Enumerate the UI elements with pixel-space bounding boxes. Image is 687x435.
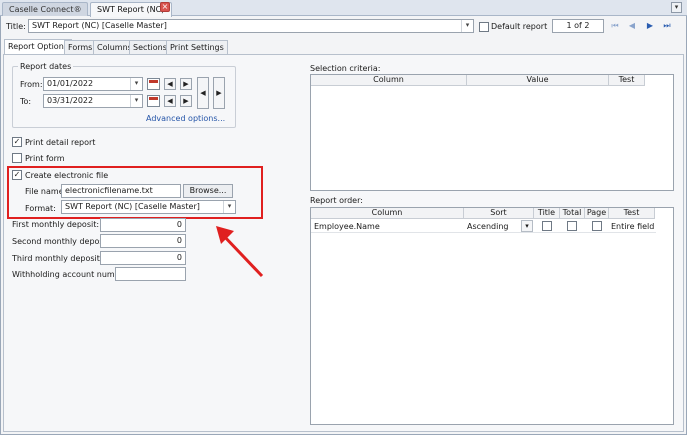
chevron-down-icon: ▾ [461,20,473,32]
chevron-down-icon[interactable]: ▾ [671,2,682,13]
chevron-down-icon: ▾ [130,78,142,90]
table-row[interactable]: Employee.Name Ascending ▾ Entire field [311,219,656,233]
browse-label: Browse... [189,186,227,195]
close-tab-icon[interactable]: × [160,2,170,12]
annotation-arrow [216,226,264,278]
tab-label: Sections [133,43,167,52]
row-sort-value[interactable]: Ascending [467,222,508,231]
tab-report-options[interactable]: Report Options [4,39,72,55]
from-date-field[interactable]: 01/01/2022 ▾ [43,77,143,91]
last-page-icon[interactable]: ⏭ [662,21,672,31]
print-detail-label: Print detail report [25,138,96,147]
first-monthly-deposit-input[interactable]: 0 [100,218,186,232]
tab-label: Print Settings [170,43,224,52]
row-test-value: Entire field [611,222,655,231]
browse-button[interactable]: Browse... [183,184,233,198]
calendar-icon[interactable] [147,95,160,107]
total-header[interactable]: Total [560,208,585,219]
third-monthly-deposit-label: Third monthly deposit: [12,254,103,263]
tab-sections[interactable]: Sections [129,40,171,54]
tab-caselle-connect[interactable]: Caselle Connect® [2,2,88,16]
second-monthly-deposit-input[interactable]: 0 [100,234,186,248]
create-electronic-file-checkbox[interactable]: ✓ [12,170,22,180]
previous-date-button[interactable]: ◀ [164,78,176,90]
print-form-label: Print form [25,154,65,163]
second-monthly-deposit-value: 0 [176,236,182,245]
previous-date-button[interactable]: ◀ [164,95,176,107]
test-header[interactable]: Test [609,208,655,219]
next-period-button[interactable]: ▶ [213,77,225,109]
tab-print-settings[interactable]: Print Settings [166,40,228,54]
total-checkbox[interactable] [567,221,577,231]
tab-label: Columns [97,43,132,52]
from-date-value: 01/01/2022 [47,79,94,88]
format-value: SWT Report (NC) [Caselle Master] [65,202,200,211]
to-label: To: [20,97,32,106]
second-monthly-deposit-label: Second monthly deposit: [12,237,112,246]
title-header[interactable]: Title [534,208,560,219]
from-label: From: [20,80,43,89]
selection-criteria-grid[interactable]: Column Value Test [310,74,674,191]
calendar-icon[interactable] [147,78,160,90]
title-value: SWT Report (NC) [Caselle Master] [32,21,167,30]
previous-page-icon[interactable]: ◀ [627,21,637,31]
first-page-icon[interactable]: ⏮ [610,21,620,31]
previous-period-button[interactable]: ◀ [197,77,209,109]
third-monthly-deposit-input[interactable]: 0 [100,251,186,265]
report-order-label: Report order: [310,196,363,205]
page-indicator: 1 of 2 [552,19,604,33]
title-label: Title: [6,22,26,31]
tab-label: Caselle Connect® [9,5,82,14]
test-header[interactable]: Test [609,75,645,86]
page-checkbox[interactable] [592,221,602,231]
print-detail-checkbox[interactable]: ✓ [12,137,22,147]
file-name-input[interactable]: electronicfilename.txt [61,184,181,198]
column-header[interactable]: Column [311,208,464,219]
tab-label: Forms [68,43,93,52]
next-date-button[interactable]: ▶ [180,78,192,90]
default-report-label: Default report [491,22,548,31]
first-monthly-deposit-label: First monthly deposit: [12,220,100,229]
tab-label: Report Options [8,42,68,51]
first-monthly-deposit-value: 0 [176,220,182,229]
print-form-checkbox[interactable] [12,153,22,163]
default-report-checkbox[interactable] [479,22,489,32]
third-monthly-deposit-value: 0 [176,253,182,262]
to-date-field[interactable]: 03/31/2022 ▾ [43,94,143,108]
value-header[interactable]: Value [467,75,609,86]
withholding-account-label: Withholding account number: [12,270,131,279]
document-tab-strip: Caselle Connect® SWT Report (NC) × ▾ [0,0,687,17]
chevron-down-icon: ▾ [223,201,235,213]
advanced-options-link[interactable]: Advanced options... [146,114,225,123]
row-column-value: Employee.Name [314,222,380,231]
tab-label: SWT Report (NC) [97,5,165,14]
create-electronic-file-label: Create electronic file [25,171,109,180]
column-header[interactable]: Column [311,75,467,86]
next-date-button[interactable]: ▶ [180,95,192,107]
sort-header[interactable]: Sort [464,208,534,219]
tab-forms[interactable]: Forms [64,40,97,54]
format-select[interactable]: SWT Report (NC) [Caselle Master] ▾ [61,200,236,214]
title-checkbox[interactable] [542,221,552,231]
withholding-account-input[interactable] [115,267,186,281]
to-date-value: 03/31/2022 [47,96,94,105]
page-indicator-text: 1 of 2 [566,21,590,30]
report-order-grid[interactable]: Column Sort Title Total Page Test Employ… [310,207,674,425]
chevron-down-icon[interactable]: ▾ [521,220,533,232]
report-dates-legend: Report dates [18,62,74,71]
selection-criteria-label: Selection criteria: [310,64,381,73]
file-name-value: electronicfilename.txt [65,186,153,195]
chevron-down-icon: ▾ [130,95,142,107]
title-select[interactable]: SWT Report (NC) [Caselle Master] ▾ [28,19,474,33]
next-page-icon[interactable]: ▶ [645,21,655,31]
format-label: Format: [25,204,56,213]
page-header[interactable]: Page [585,208,609,219]
